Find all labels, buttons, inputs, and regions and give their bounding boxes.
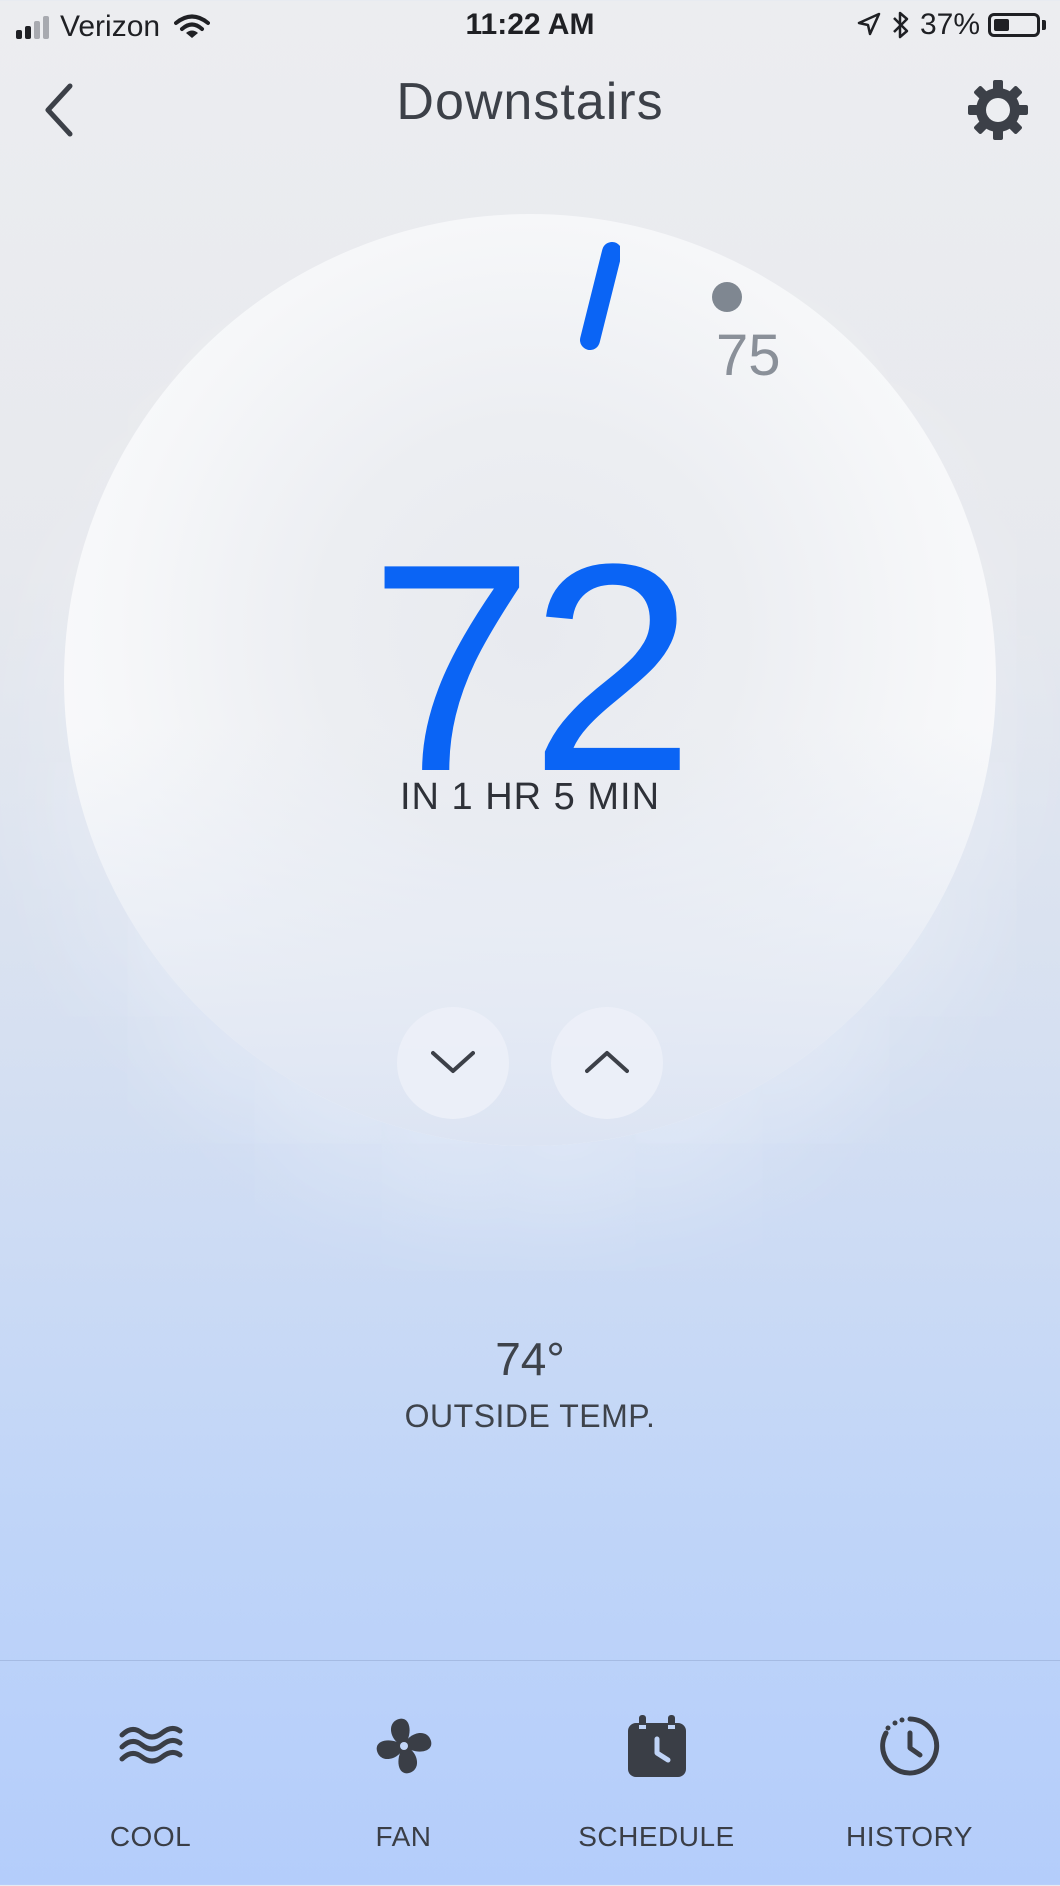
outside-temperature-label: OUTSIDE TEMP.: [404, 1398, 656, 1434]
target-setpoint-marker: [580, 242, 620, 350]
tab-schedule[interactable]: SCHEDULE: [524, 1661, 789, 1886]
outside-temperature: 74°: [495, 1333, 565, 1385]
fan-icon: [376, 1718, 432, 1774]
tab-fan-label: FAN: [375, 1821, 432, 1852]
bluetooth-icon: [893, 11, 909, 39]
current-temperature: 75: [716, 323, 781, 388]
tab-history[interactable]: HISTORY: [777, 1661, 1042, 1886]
tab-history-label: HISTORY: [846, 1821, 973, 1852]
tab-cool[interactable]: COOL: [18, 1661, 283, 1886]
chevron-up-icon: [585, 1051, 629, 1073]
gear-icon[interactable]: [966, 78, 1030, 142]
bottom-tab-bar: COOL FAN SCHEDULE HISTORY: [0, 1660, 1060, 1886]
calendar-clock-icon: [628, 1715, 686, 1777]
time-to-target: IN 1 HR 5 MIN: [399, 776, 661, 818]
increase-temp-button[interactable]: [551, 1007, 663, 1119]
location-arrow-icon: [857, 12, 881, 36]
wave-icon: [119, 1725, 183, 1764]
tab-cool-label: COOL: [109, 1821, 192, 1852]
battery-percentage: 37%: [919, 8, 980, 41]
page-title: Downstairs: [396, 73, 664, 131]
tab-schedule-label: SCHEDULE: [578, 1821, 735, 1852]
status-bar: Verizon 11:22 AM 37%: [0, 0, 1060, 52]
history-icon: [880, 1716, 940, 1776]
decrease-temp-button[interactable]: [397, 1007, 509, 1119]
battery-icon: [988, 13, 1040, 37]
target-temperature: 72: [369, 502, 694, 833]
current-temp-dot: [712, 282, 742, 312]
tab-fan[interactable]: FAN: [271, 1661, 536, 1886]
chevron-down-icon: [431, 1051, 475, 1073]
